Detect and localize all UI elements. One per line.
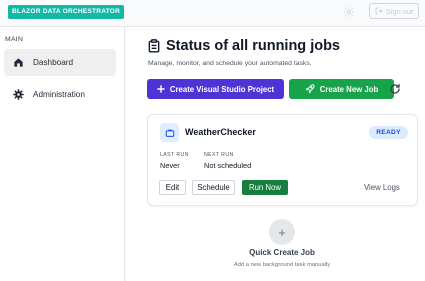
create-visual-studio-project-button[interactable]: Create Visual Studio Project [147,79,284,99]
sidebar-item-administration[interactable]: Administration [4,81,116,108]
run-now-button[interactable]: Run Now [242,180,288,195]
sidebar: MAIN Dashboard Administration [0,27,125,281]
plus-icon [157,85,165,93]
job-name: WeatherChecker [185,127,256,137]
sign-out-icon [375,7,383,15]
job-card: WeatherChecker READY LAST RUN NEXT RUN N… [147,114,418,206]
sidebar-section-label: MAIN [5,36,24,43]
rocket-icon [305,84,315,94]
edit-button[interactable]: Edit [159,180,186,195]
home-icon [14,58,23,67]
quick-create-button[interactable]: + [269,219,295,245]
create-vs-label: Create Visual Studio Project [169,84,275,94]
gear-icon [13,89,24,100]
sign-out-button[interactable]: Sign out [369,3,419,19]
refresh-icon[interactable] [389,83,401,95]
job-icon-container [160,123,179,142]
page-title: Status of all running jobs [148,38,340,54]
next-run-label: NEXT RUN [204,152,234,158]
status-badge: READY [369,126,408,139]
quick-create-subtitle: Add a new background task manually [233,262,331,268]
briefcase-icon [165,129,174,137]
create-new-job-button[interactable]: Create New Job [289,79,394,99]
view-logs-link[interactable]: View Logs [364,183,400,192]
sidebar-item-label: Administration [33,90,85,99]
schedule-button[interactable]: Schedule [192,180,235,195]
settings-icon[interactable] [343,6,355,18]
page-subtitle: Manage, monitor, and schedule your autom… [148,60,312,67]
quick-create-title[interactable]: Quick Create Job [234,248,330,257]
brand-badge[interactable]: BLAZOR DATA ORCHESTRATOR [8,5,125,19]
top-bar: BLAZOR DATA ORCHESTRATOR Sign out [0,0,425,27]
last-run-value: Never [160,161,180,170]
clipboard-icon [148,39,160,53]
create-job-label: Create New Job [319,84,379,94]
next-run-value: Not scheduled [204,161,252,170]
sign-out-label: Sign out [385,6,414,16]
main-content: Status of all running jobs Manage, monit… [126,27,425,281]
page-title-text: Status of all running jobs [166,38,340,54]
sidebar-item-label: Dashboard [33,58,74,67]
sidebar-item-dashboard[interactable]: Dashboard [4,49,116,76]
last-run-label: LAST RUN [160,152,189,158]
